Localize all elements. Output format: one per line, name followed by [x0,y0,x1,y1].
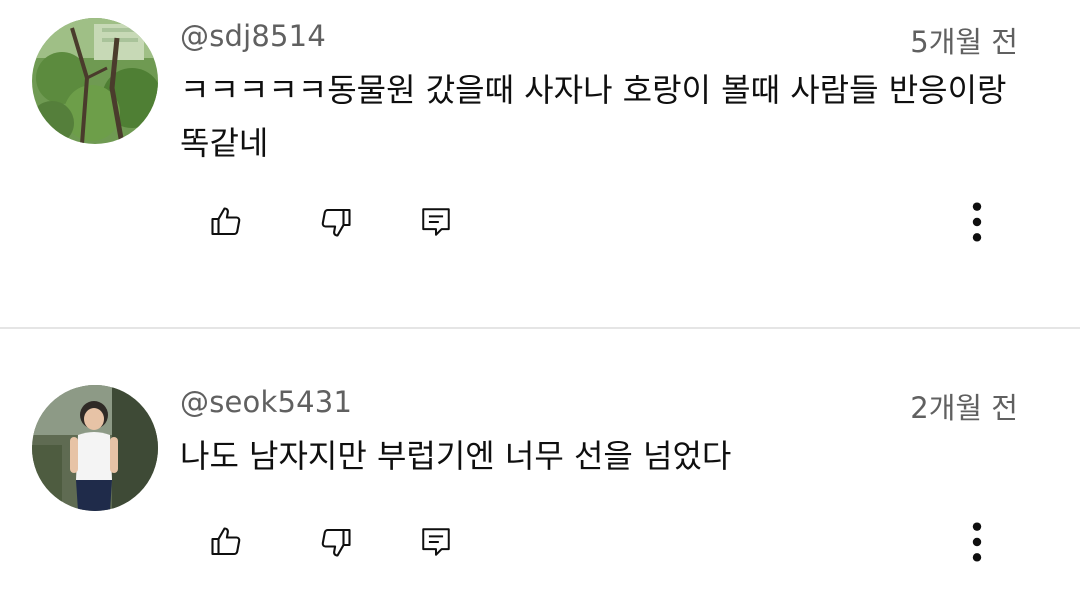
thumbs-up-icon [211,527,241,556]
avatar[interactable] [32,18,158,144]
like-button[interactable] [196,192,256,252]
more-options-button[interactable] [947,512,1007,572]
reply-comment-icon [422,208,450,236]
comment-timestamp: 5개월 전 [910,25,1018,59]
comment-author[interactable]: @sdj8514 [180,19,326,53]
reply-button[interactable] [406,512,466,572]
comment-item: @seok5431 2개월 전 나도 남자지만 부럽기엔 너무 선을 넘었다 [0,329,1080,606]
comment-item: @sdj8514 5개월 전 ㅋㅋㅋㅋㅋ동물원 갔을때 사자나 호랑이 볼때 사… [0,0,1080,327]
avatar-person-photo [32,385,158,511]
like-button[interactable] [196,512,256,572]
more-vertical-icon [972,522,982,562]
more-options-button[interactable] [947,192,1007,252]
comment-timestamp: 2개월 전 [910,391,1018,425]
avatar[interactable] [32,385,158,511]
dislike-button[interactable] [306,512,366,572]
avatar-tree-photo [32,18,158,144]
comment-actions [0,512,1080,572]
comment-text: 나도 남자지만 부럽기엔 너무 선을 넘었다 [180,437,732,475]
thumbs-down-icon [321,208,351,237]
dislike-button[interactable] [306,192,366,252]
reply-comment-icon [422,528,450,556]
comment-actions [0,192,1080,252]
thumbs-down-icon [321,528,351,557]
comment-author[interactable]: @seok5431 [180,385,352,419]
comment-text: ㅋㅋㅋㅋㅋ동물원 갔을때 사자나 호랑이 볼때 사람들 반응이랑 똑같네 [180,71,1007,162]
thumbs-up-icon [211,207,241,236]
more-vertical-icon [972,202,982,242]
reply-button[interactable] [406,192,466,252]
